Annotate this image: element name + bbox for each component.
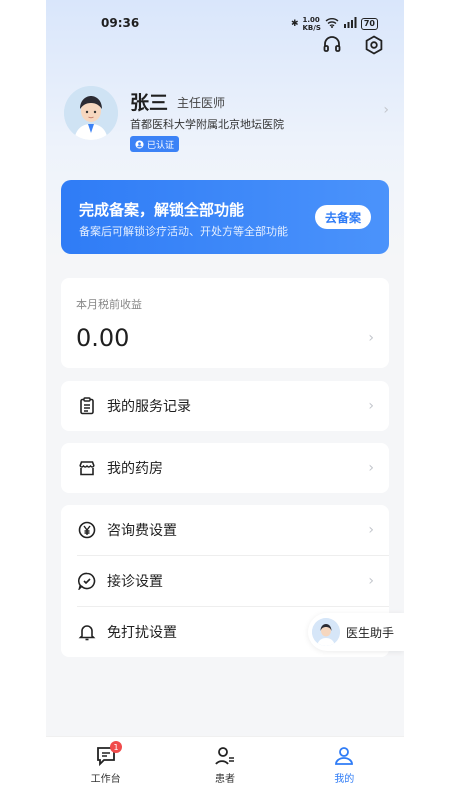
doctor-hospital: 首都医科大学附属北京地坛医院 <box>130 118 284 131</box>
avatar <box>64 86 118 140</box>
doctor-assistant-button[interactable]: 医生助手 <box>308 613 404 651</box>
chevron-right-icon: › <box>368 522 374 538</box>
headset-icon[interactable] <box>322 35 342 59</box>
bluetooth-icon: ✱ <box>290 19 299 29</box>
status-time: 09:36 <box>101 16 140 30</box>
doctor-title: 主任医师 <box>177 96 226 110</box>
chevron-right-icon: › <box>368 573 374 589</box>
verified-icon <box>135 139 144 149</box>
patient-icon <box>215 747 234 765</box>
chevron-right-icon: › <box>383 102 389 118</box>
filing-banner[interactable]: 完成备案，解锁全部功能 备案后可解锁诊疗活动、开处方等全部功能 去备案 <box>61 180 389 254</box>
earnings-value: 0.00 <box>76 324 130 352</box>
yen-icon <box>77 520 97 540</box>
battery-icon: 70 <box>360 18 378 30</box>
status-icons: ✱ 1.00 KB/S 70 <box>291 16 378 32</box>
service-card: 我的服务记录 › <box>61 381 389 431</box>
notification-badge: 1 <box>110 741 122 753</box>
bottom-tab-bar: 1 工作台 患者 我的 <box>46 736 404 800</box>
menu-consult-fee[interactable]: 咨询费设置 › <box>61 505 389 555</box>
tab-workbench[interactable]: 1 工作台 <box>46 737 165 800</box>
doctor-profile[interactable]: 张三 主任医师 首都医科大学附属北京地坛医院 已认证 › <box>64 86 389 156</box>
pharmacy-card: 我的药房 › <box>61 443 389 493</box>
clipboard-icon <box>77 396 97 416</box>
earnings-label: 本月税前收益 <box>76 298 142 311</box>
chevron-right-icon: › <box>368 398 374 414</box>
bell-icon <box>77 622 97 642</box>
menu-reception-settings[interactable]: 接诊设置 › <box>61 556 389 606</box>
verified-badge: 已认证 <box>130 136 180 152</box>
assistant-label: 医生助手 <box>346 625 395 640</box>
user-icon <box>335 747 354 765</box>
earnings-card[interactable]: 本月税前收益 0.00 › <box>61 278 389 368</box>
settings-icon[interactable] <box>364 35 384 59</box>
tab-mine[interactable]: 我的 <box>285 737 404 800</box>
signal-icon <box>343 17 357 31</box>
banner-title: 完成备案，解锁全部功能 <box>79 201 245 219</box>
assistant-avatar <box>312 618 340 646</box>
banner-subtitle: 备案后可解锁诊疗活动、开处方等全部功能 <box>79 225 288 238</box>
chevron-right-icon: › <box>368 460 374 476</box>
go-filing-button[interactable]: 去备案 <box>315 205 371 229</box>
pharmacy-store-icon <box>77 458 97 478</box>
menu-pharmacy[interactable]: 我的药房 › <box>61 443 389 493</box>
tab-patients[interactable]: 患者 <box>165 737 284 800</box>
menu-service-records[interactable]: 我的服务记录 › <box>61 381 389 431</box>
check-chat-icon <box>77 571 97 591</box>
status-bar: 09:36 ✱ 1.00 KB/S 70 <box>46 14 404 34</box>
top-actions <box>322 35 384 59</box>
network-speed: 1.00 KB/S <box>302 16 321 32</box>
doctor-name: 张三 <box>130 92 169 114</box>
screen: 09:36 ✱ 1.00 KB/S 70 张三 主任医师 首都医科大学附属北京地… <box>46 0 404 800</box>
chevron-right-icon: › <box>368 330 374 346</box>
wifi-icon <box>325 17 339 31</box>
